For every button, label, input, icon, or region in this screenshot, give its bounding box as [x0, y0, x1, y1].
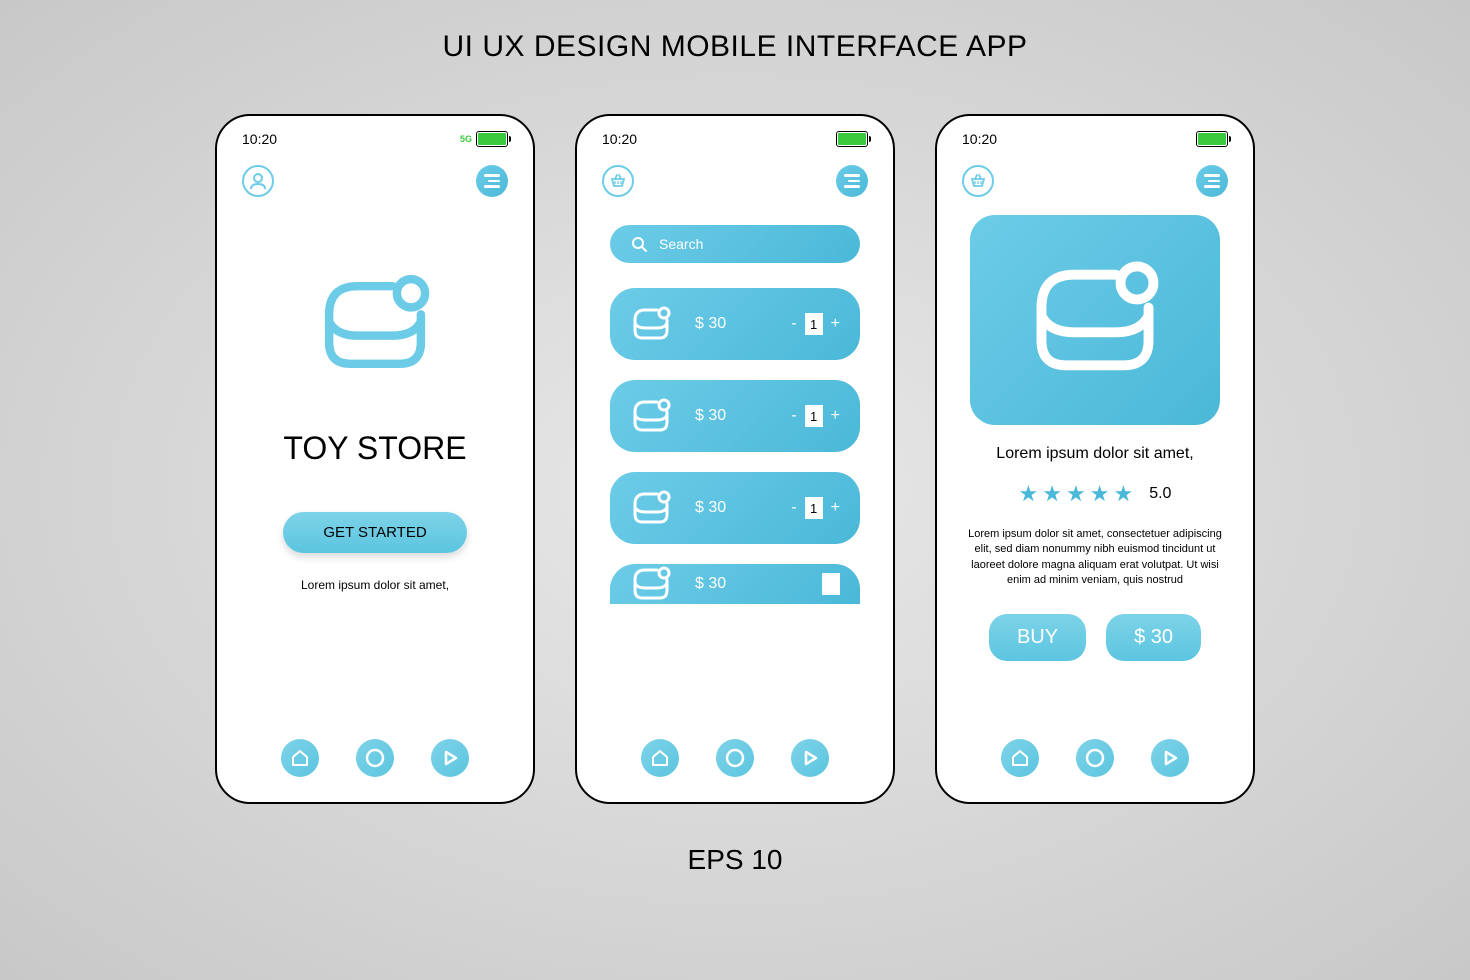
- product-price: $ 30: [687, 499, 776, 517]
- status-bar: 10:20 5G: [232, 126, 518, 152]
- qty-decrease-button[interactable]: -: [791, 407, 796, 425]
- eps-label: EPS 10: [688, 844, 783, 876]
- basket-icon[interactable]: [962, 165, 994, 197]
- menu-icon[interactable]: [1196, 165, 1228, 197]
- star-icon: ★: [1090, 481, 1110, 507]
- product-description: Lorem ipsum dolor sit amet, consectetuer…: [952, 527, 1238, 589]
- main-title: UI UX DESIGN MOBILE INTERFACE APP: [443, 30, 1028, 64]
- product-card[interactable]: $ 30 - 1 +: [610, 288, 860, 360]
- search-bar[interactable]: [610, 225, 860, 263]
- qty-increase-button[interactable]: +: [831, 315, 840, 333]
- nav-play-button[interactable]: [431, 739, 469, 777]
- search-input[interactable]: [659, 236, 840, 252]
- profile-icon[interactable]: [242, 165, 274, 197]
- product-card[interactable]: $ 30: [610, 564, 860, 604]
- nav-circle-button[interactable]: [1076, 739, 1114, 777]
- status-bar: 10:20: [592, 126, 878, 152]
- toy-logo-icon: [630, 564, 672, 604]
- buy-button[interactable]: BUY: [989, 614, 1086, 661]
- qty-value: 1: [805, 313, 823, 335]
- star-icon: ★: [1113, 481, 1133, 507]
- menu-icon[interactable]: [476, 165, 508, 197]
- status-time: 10:20: [602, 131, 637, 147]
- store-title: TOY STORE: [283, 430, 466, 467]
- star-icon: ★: [1042, 481, 1062, 507]
- status-time: 10:20: [242, 131, 277, 147]
- qty-decrease-button[interactable]: -: [791, 315, 796, 333]
- nav-play-button[interactable]: [1151, 739, 1189, 777]
- star-icon: ★: [1019, 481, 1039, 507]
- battery-icon: [836, 131, 868, 147]
- toy-logo-icon: [315, 265, 435, 390]
- star-icon: ★: [1066, 481, 1086, 507]
- qty-increase-button[interactable]: +: [831, 499, 840, 517]
- nav-home-button[interactable]: [281, 739, 319, 777]
- phone-screen-detail: 10:20 Lorem ipsum dolor sit amet, ★ ★: [935, 114, 1255, 804]
- nav-home-button[interactable]: [641, 739, 679, 777]
- product-price: $ 30: [687, 315, 776, 333]
- product-price: $ 30: [687, 407, 776, 425]
- signal-5g-icon: 5G: [460, 134, 472, 144]
- status-bar: 10:20: [952, 126, 1238, 152]
- qty-value: 1: [805, 405, 823, 427]
- battery-icon: [1196, 131, 1228, 147]
- search-icon: [630, 235, 647, 253]
- price-button[interactable]: $ 30: [1106, 614, 1201, 661]
- product-title: Lorem ipsum dolor sit amet,: [996, 445, 1193, 463]
- basket-icon[interactable]: [602, 165, 634, 197]
- toy-logo-icon: [630, 303, 672, 345]
- qty-decrease-button[interactable]: -: [791, 499, 796, 517]
- toy-logo-icon: [630, 487, 672, 529]
- menu-icon[interactable]: [836, 165, 868, 197]
- toy-logo-icon: [1025, 250, 1165, 390]
- phone-screen-list: 10:20 $ 30 - 1 +: [575, 114, 895, 804]
- nav-play-button[interactable]: [791, 739, 829, 777]
- get-started-button[interactable]: GET STARTED: [283, 512, 466, 553]
- battery-icon: [476, 131, 508, 147]
- status-time: 10:20: [962, 131, 997, 147]
- product-image: [970, 215, 1220, 425]
- nav-home-button[interactable]: [1001, 739, 1039, 777]
- toy-logo-icon: [630, 395, 672, 437]
- qty-value: [822, 573, 840, 595]
- nav-circle-button[interactable]: [356, 739, 394, 777]
- qty-increase-button[interactable]: +: [831, 407, 840, 425]
- product-price: $ 30: [687, 575, 807, 593]
- rating: ★ ★ ★ ★ ★ 5.0: [1019, 481, 1172, 507]
- product-card[interactable]: $ 30 - 1 +: [610, 472, 860, 544]
- phone-screen-welcome: 10:20 5G TOY STORE GET STARTED Lorem ips…: [215, 114, 535, 804]
- subtitle-text: Lorem ipsum dolor sit amet,: [301, 578, 449, 592]
- rating-value: 5.0: [1149, 485, 1171, 503]
- qty-value: 1: [805, 497, 823, 519]
- nav-circle-button[interactable]: [716, 739, 754, 777]
- product-card[interactable]: $ 30 - 1 +: [610, 380, 860, 452]
